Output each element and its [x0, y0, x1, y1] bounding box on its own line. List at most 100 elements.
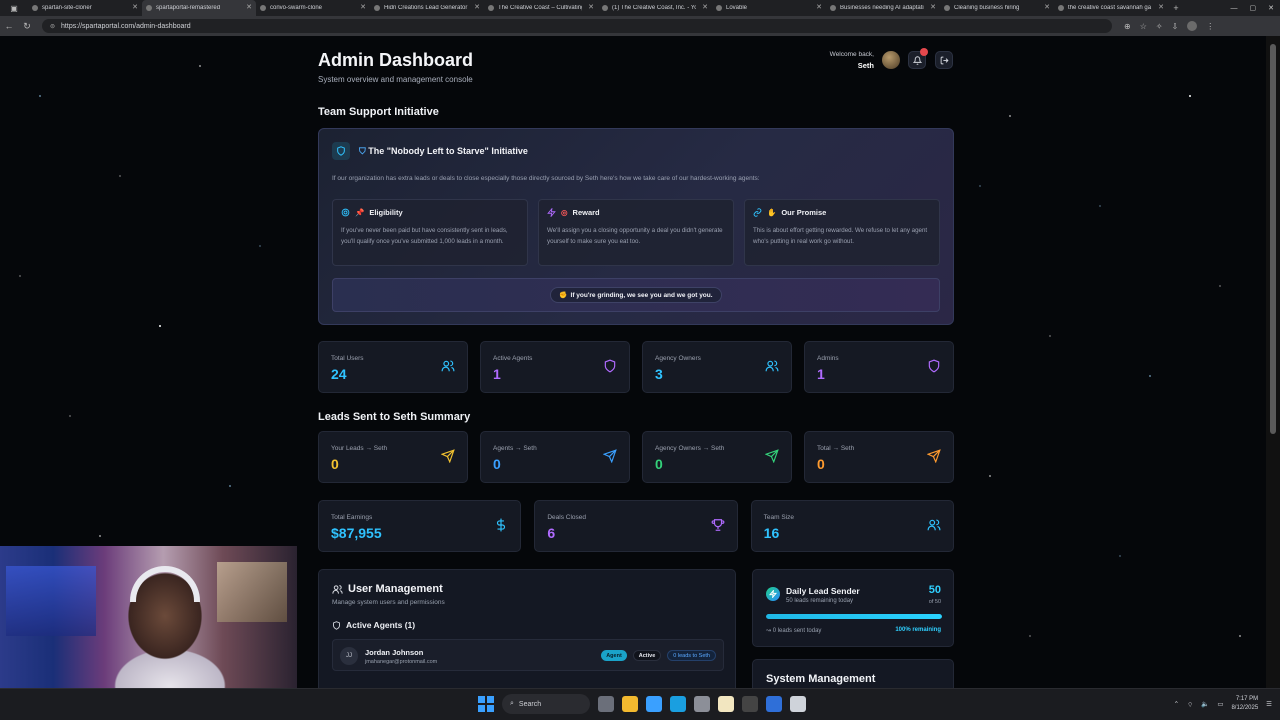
install-app-icon[interactable]: ⊕ [1124, 22, 1131, 31]
active-agents-header[interactable]: Active Agents (1) [332, 620, 415, 630]
lightning-icon [547, 208, 556, 217]
webcam-overlay [0, 546, 297, 688]
close-tab-icon[interactable]: ✕ [360, 3, 366, 11]
browser-tab[interactable]: Hidn Creations Lead Generator ✕ [370, 0, 484, 16]
browser-tab-label: Hidn Creations Lead Generator [384, 5, 468, 11]
browser-tab[interactable]: Businesses needing AI adaptatio ✕ [826, 0, 940, 16]
clock-date: 8/12/2025 [1231, 705, 1259, 711]
maximize-icon[interactable]: ▢ [1250, 4, 1257, 12]
daily-lead-sender-title: Daily Lead Sender [786, 586, 860, 596]
tray-chevron-icon[interactable]: ⌃ [1174, 700, 1179, 708]
close-tab-icon[interactable]: ✕ [816, 3, 822, 11]
clock-time: 7:17 PM [1235, 696, 1259, 702]
leads-remaining-percent: 100% remaining [895, 627, 941, 633]
edge-icon[interactable] [670, 696, 686, 712]
site-info-icon[interactable]: ⊜ [50, 23, 55, 30]
browser-tab[interactable]: convo-swarm-clone ✕ [256, 0, 370, 16]
leads-stat-value: 0 [331, 456, 339, 472]
close-tab-icon[interactable]: ✕ [588, 3, 594, 11]
address-bar[interactable]: ⊜ https://spartaportal.com/admin-dashboa… [42, 19, 1112, 33]
stat-card: Admins 1 [804, 341, 954, 393]
close-tab-icon[interactable]: ✕ [702, 3, 708, 11]
leads-sent-today: ↝ 0 leads sent today [766, 627, 821, 634]
extensions-icon[interactable]: ✧ [1156, 22, 1163, 31]
document-icon[interactable] [790, 696, 806, 712]
browser-tab[interactable]: spartan-site-cloner ✕ [28, 0, 142, 16]
shield-icon [603, 359, 617, 378]
browser-tab[interactable]: Cleaning business hiring ✕ [940, 0, 1054, 16]
bell-icon [912, 55, 922, 65]
earnings-stat-label: Total Earnings [331, 514, 373, 521]
store-icon[interactable] [694, 696, 710, 712]
system-tray: ⌃ ⌔ 🔈 ▭ 7:17 PM 8/12/2025 ☰ [1174, 695, 1272, 713]
page-scrollbar[interactable] [1266, 36, 1280, 688]
task-view-icon[interactable] [598, 696, 614, 712]
promise-text: This is about effort getting rewarded. W… [753, 227, 928, 245]
search-label: Search [518, 700, 542, 708]
file-explorer-icon[interactable] [622, 696, 638, 712]
battery-icon[interactable]: ▭ [1217, 700, 1223, 708]
browser-tab-label: Businesses needing AI adaptatio [840, 5, 924, 11]
scrollbar-thumb[interactable] [1270, 44, 1276, 434]
browser-tab-label: convo-swarm-clone [270, 5, 323, 11]
notifications-button[interactable] [908, 48, 928, 69]
system-management-panel: System Management [752, 659, 954, 688]
reload-icon[interactable]: ↻ [18, 21, 36, 32]
table-row[interactable]: JJ Jordan Johnson jmahanegar@protonmail.… [332, 639, 724, 671]
close-window-icon[interactable]: ✕ [1268, 4, 1274, 12]
browser-tab[interactable]: the creative coast savannah ga ✕ [1054, 0, 1168, 16]
section-title-leads-summary: Leads Sent to Seth Summary [318, 411, 471, 423]
logout-button[interactable] [935, 51, 953, 69]
eligibility-title: Eligibility [369, 208, 403, 217]
start-button[interactable] [478, 696, 494, 712]
reward-title: Reward [572, 208, 600, 217]
downloads-icon[interactable]: ⇩ [1172, 22, 1179, 31]
notification-center-icon[interactable]: ☰ [1266, 700, 1272, 708]
target-emoji-icon: ◎ [561, 208, 568, 217]
browser-tab[interactable]: Lovable ✕ [712, 0, 826, 16]
close-tab-icon[interactable]: ✕ [246, 3, 252, 11]
close-tab-icon[interactable]: ✕ [474, 3, 480, 11]
back-icon[interactable]: ← [0, 21, 18, 31]
browser-tab-label: the creative coast savannah ga [1068, 5, 1152, 11]
browser-tab-label: Lovable [726, 5, 748, 11]
new-tab-button[interactable]: + [1168, 3, 1184, 13]
copilot-icon[interactable] [646, 696, 662, 712]
network-icon[interactable]: ⌔ [1187, 700, 1193, 709]
shield-icon [337, 146, 345, 156]
close-tab-icon[interactable]: ✕ [1158, 3, 1164, 11]
earnings-row: Total Earnings $87,955 Deals Closed 6 Te… [318, 500, 954, 552]
trend-icon: ↝ [766, 628, 772, 634]
handshake-emoji-icon: ✋ [767, 208, 777, 217]
close-tab-icon[interactable]: ✕ [132, 3, 138, 11]
bottom-panels: User Management Manage system users and … [318, 569, 954, 688]
stat-value: 1 [817, 366, 825, 382]
system-management-title: System Management [766, 673, 876, 685]
browser-tab[interactable]: spartaportal-remastered ✕ [142, 0, 256, 16]
leads-limit-label: of 50 [928, 599, 941, 605]
minimize-icon[interactable]: — [1231, 5, 1238, 12]
terminal-icon[interactable] [742, 696, 758, 712]
taskbar-apps: ⌕ Search [478, 694, 806, 714]
leads-summary-row: Your Leads → Seth 0 Agents → Seth 0 Agen… [318, 431, 954, 483]
close-tab-icon[interactable]: ✕ [930, 3, 936, 11]
browser-tab[interactable]: The Creative Coast – Cultivating ✕ [484, 0, 598, 16]
close-tab-icon[interactable]: ✕ [1044, 3, 1050, 11]
taskbar-clock[interactable]: 7:17 PM 8/12/2025 [1231, 695, 1258, 713]
browser-tab[interactable]: (1) The Creative Coast, Inc. - Yo ✕ [598, 0, 712, 16]
menu-dots-icon[interactable]: ⋮ [1206, 22, 1214, 31]
webcam-background-screen [217, 562, 287, 622]
browser-tab-label: Cleaning business hiring [954, 5, 1020, 11]
user-management-title: User Management [332, 583, 443, 595]
volume-icon[interactable]: 🔈 [1201, 700, 1209, 708]
browser-tab-bar: ▣ spartan-site-cloner ✕ spartaportal-rem… [0, 0, 1280, 16]
profile-avatar-icon[interactable] [1187, 21, 1198, 31]
notes-icon[interactable] [718, 696, 734, 712]
tab-favicon-icon [32, 5, 38, 11]
user-avatar[interactable] [882, 51, 900, 69]
bookmark-star-icon[interactable]: ☆ [1140, 22, 1147, 31]
tab-menu-icon[interactable]: ▣ [0, 0, 28, 16]
tab-favicon-icon [374, 5, 380, 11]
taskbar-search[interactable]: ⌕ Search [502, 694, 590, 714]
outlook-icon[interactable] [766, 696, 782, 712]
